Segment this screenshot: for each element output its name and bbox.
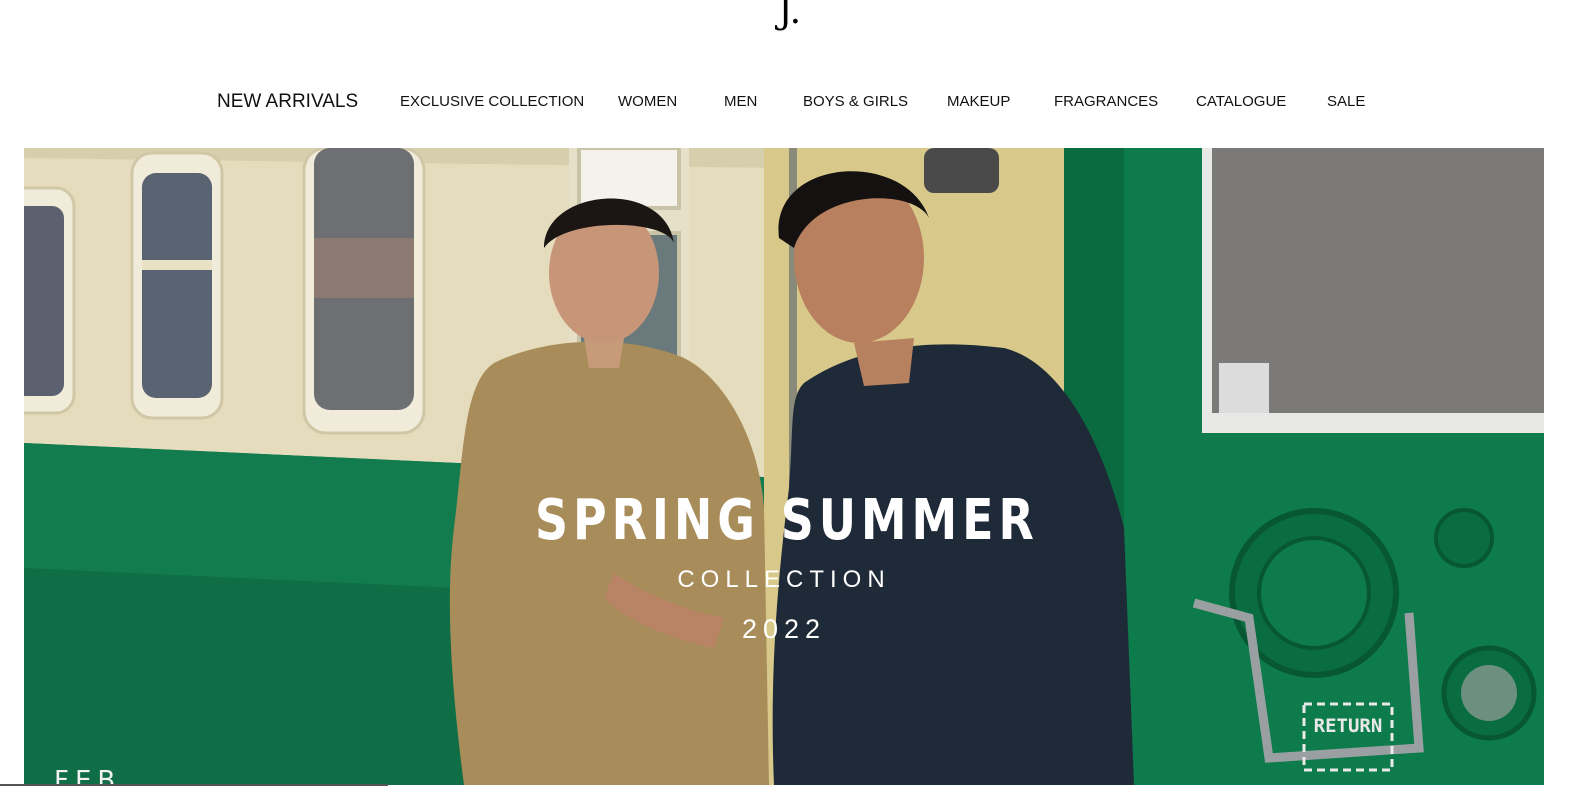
page-bottom xyxy=(0,785,1584,795)
nav-item-makeup[interactable]: MAKEUP xyxy=(947,86,1010,118)
nav-item-new-arrivals[interactable]: NEW ARRIVALS xyxy=(217,86,358,118)
hero-year: 2022 xyxy=(741,614,827,644)
hero-bottom-fragment: FEB xyxy=(54,766,122,785)
brand-logo[interactable]: J. xyxy=(778,0,801,30)
hero-title: SPRING SUMMER xyxy=(535,488,1039,553)
nav-item-fragrances[interactable]: FRAGRANCES xyxy=(1054,86,1158,118)
nav-item-boys-girls[interactable]: BOYS & GIRLS xyxy=(803,86,908,118)
main-nav: NEW ARRIVALS EXCLUSIVE COLLECTION WOMEN … xyxy=(0,86,1584,118)
nav-item-sale[interactable]: SALE xyxy=(1327,86,1365,118)
nav-item-women[interactable]: WOMEN xyxy=(618,86,677,118)
hero-image: RETURN xyxy=(24,148,1544,785)
nav-item-men[interactable]: MEN xyxy=(724,86,757,118)
header: J. xyxy=(0,0,1584,45)
hero-subtitle: COLLECTION xyxy=(677,566,891,593)
hero-banner[interactable]: RETURN SPRING SUMMER COLLECTION 2022 FEB xyxy=(24,148,1544,785)
scroll-indicator xyxy=(0,784,388,786)
nav-item-catalogue[interactable]: CATALOGUE xyxy=(1196,86,1286,118)
stamp-text: RETURN xyxy=(1314,715,1383,737)
nav-item-exclusive-collection[interactable]: EXCLUSIVE COLLECTION xyxy=(400,86,584,118)
